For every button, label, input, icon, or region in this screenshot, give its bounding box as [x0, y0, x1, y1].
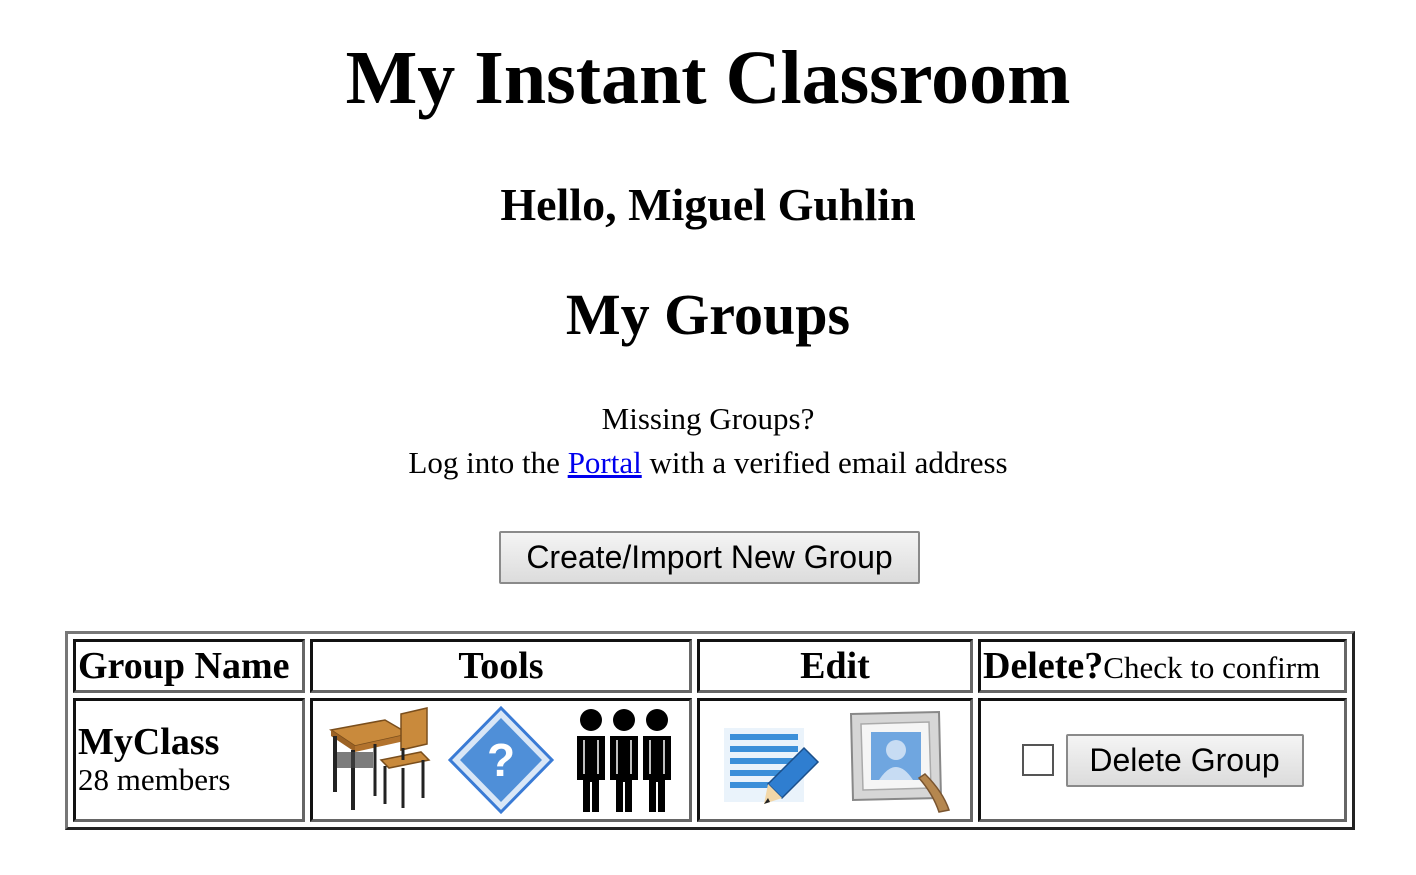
column-header-tools: Tools — [310, 639, 692, 693]
column-header-group-name: Group Name — [73, 639, 305, 693]
edit-icons — [702, 701, 968, 819]
group-name: MyClass — [78, 721, 220, 763]
members-icon[interactable] — [569, 704, 679, 816]
table-row: MyClass 28 members ? Delete Group — [73, 698, 1347, 822]
help-icon[interactable]: ? — [446, 704, 556, 816]
tools-icons: ? — [315, 701, 687, 819]
missing-groups-text: Missing Groups? — [601, 401, 815, 436]
classroom-desk-icon[interactable] — [323, 704, 433, 816]
page: My Instant Classroom Hello, Miguel Guhli… — [0, 0, 1416, 875]
portal-notice-suffix: with a verified email address — [641, 445, 1008, 480]
edit-cell — [697, 698, 973, 822]
delete-confirm-hint: Check to confirm — [1103, 650, 1321, 685]
edit-document-icon[interactable] — [718, 704, 828, 816]
table-header-row: Group Name Tools Edit Delete?Check to co… — [73, 639, 1347, 693]
groups-table: Group Name Tools Edit Delete?Check to co… — [65, 631, 1355, 830]
delete-group-button[interactable]: Delete Group — [1065, 733, 1304, 787]
page-title: My Groups — [565, 282, 851, 347]
user-greeting: Hello, Miguel Guhlin — [500, 179, 916, 230]
portal-notice: Log into the Portal with a verified emai… — [0, 444, 1416, 482]
column-header-delete: Delete?Check to confirm — [978, 639, 1347, 693]
column-header-edit: Edit — [697, 639, 973, 693]
svg-text:?: ? — [487, 734, 515, 786]
portal-link[interactable]: Portal — [568, 445, 642, 480]
delete-confirm-checkbox[interactable] — [1021, 744, 1054, 776]
delete-cell: Delete Group — [978, 698, 1347, 822]
member-count: 28 members — [78, 762, 231, 797]
tools-cell: ? — [310, 698, 692, 822]
delete-header-label: Delete? — [983, 645, 1104, 687]
group-name-cell: MyClass 28 members — [73, 698, 305, 822]
picture-frame-icon[interactable] — [843, 704, 953, 816]
app-title: My Instant Classroom — [345, 36, 1071, 120]
create-import-group-button[interactable]: Create/Import New Group — [499, 531, 920, 584]
portal-notice-prefix: Log into the — [408, 445, 568, 480]
